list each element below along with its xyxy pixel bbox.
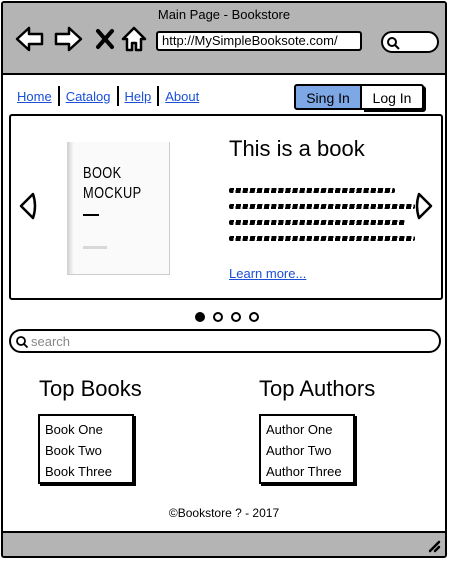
- list-item[interactable]: Book One: [40, 419, 132, 440]
- carousel-dot[interactable]: [195, 312, 205, 322]
- carousel-dot[interactable]: [231, 312, 241, 322]
- top-authors-heading: Top Authors: [259, 376, 376, 401]
- top-books-list: Book One Book Two Book Three: [38, 414, 134, 484]
- auth-buttons: Sing In Log In: [294, 84, 424, 110]
- description-line: [229, 188, 395, 193]
- list-item[interactable]: Author One: [261, 419, 353, 440]
- home-icon[interactable]: [121, 25, 147, 53]
- search-input[interactable]: search: [9, 329, 441, 353]
- book-title: This is a book: [229, 136, 365, 161]
- title-bar: Main Page - Bookstore http://MySimpleBoo…: [3, 3, 445, 75]
- address-bar[interactable]: http://MySimpleBooksote.com/: [156, 31, 362, 51]
- browser-search-field[interactable]: [381, 31, 439, 53]
- description-line: [229, 204, 415, 209]
- forward-arrow-icon[interactable]: [53, 25, 83, 53]
- status-bar: [3, 531, 445, 556]
- list-item[interactable]: Book Two: [40, 440, 132, 461]
- carousel-prev-icon[interactable]: [17, 192, 39, 220]
- list-item[interactable]: Author Three: [261, 461, 353, 482]
- top-authors-list: Author One Author Two Author Three: [259, 414, 355, 484]
- carousel-next-icon[interactable]: [413, 192, 435, 220]
- cover-divider: [83, 214, 99, 216]
- search-icon: [16, 336, 29, 349]
- book-spine: [67, 142, 73, 274]
- window-title: Main Page - Bookstore: [157, 7, 291, 22]
- description-line: [229, 236, 415, 241]
- resize-grip-icon[interactable]: [427, 539, 441, 553]
- book-cover-title: BOOK MOCKUP: [83, 165, 142, 202]
- log-in-button[interactable]: Log In: [362, 84, 424, 110]
- menu-item-about[interactable]: About: [159, 89, 205, 104]
- learn-more-link[interactable]: Learn more...: [229, 266, 306, 281]
- footer-copyright: ©Bookstore ? - 2017: [168, 506, 280, 520]
- main-menu: Home Catalog Help About: [17, 85, 205, 107]
- book-cover-image[interactable]: BOOK MOCKUP: [67, 142, 170, 275]
- top-books-heading: Top Books: [39, 376, 142, 401]
- cover-author-line: [83, 246, 107, 249]
- carousel-pagination: [195, 312, 259, 322]
- sign-in-button[interactable]: Sing In: [294, 84, 362, 110]
- list-item[interactable]: Author Two: [261, 440, 353, 461]
- back-arrow-icon[interactable]: [15, 25, 45, 53]
- close-icon[interactable]: [95, 25, 115, 53]
- search-placeholder: search: [31, 334, 71, 349]
- book-carousel: BOOK MOCKUP This is a book Learn more...: [9, 114, 443, 300]
- browser-window: Main Page - Bookstore http://MySimpleBoo…: [1, 1, 447, 558]
- carousel-dot[interactable]: [213, 312, 223, 322]
- menu-item-home[interactable]: Home: [17, 89, 58, 104]
- menu-item-catalog[interactable]: Catalog: [60, 89, 117, 104]
- description-line: [229, 220, 405, 225]
- search-icon: [387, 37, 400, 50]
- menu-item-help[interactable]: Help: [119, 89, 158, 104]
- carousel-dot[interactable]: [249, 312, 259, 322]
- list-item[interactable]: Book Three: [40, 461, 132, 482]
